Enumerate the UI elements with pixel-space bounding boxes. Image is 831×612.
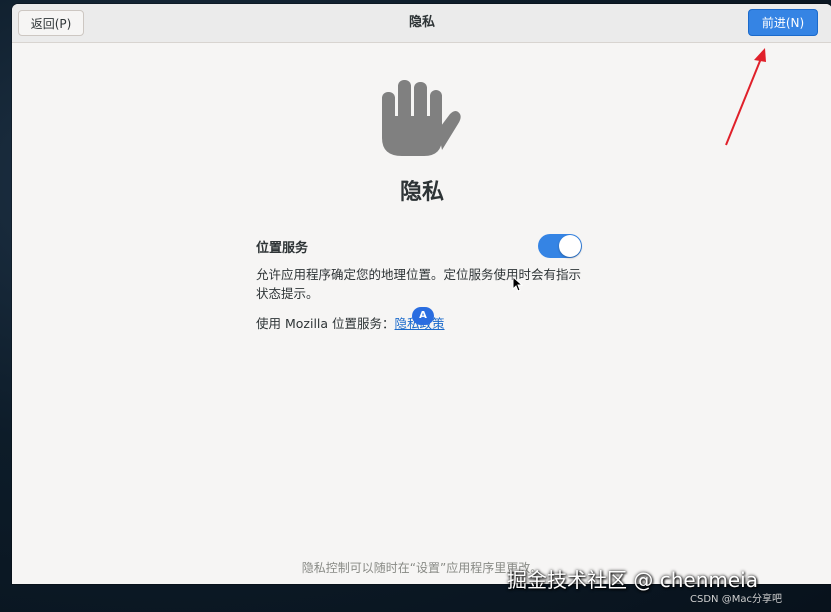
watermark: 掘金技术社区 @ chenmeia (507, 568, 758, 592)
location-services-description: 允许应用程序确定您的地理位置。定位服务使用时会有指示状态提示。 (256, 267, 582, 301)
window-title: 隐私 (408, 15, 435, 30)
header-bar: 返回(P) 隐私 前进(N) (12, 4, 831, 43)
csdn-watermark: CSDN @Mac分享吧 (690, 594, 782, 605)
hand-icon (382, 80, 461, 156)
back-button[interactable]: 返回(P) (18, 10, 84, 36)
setup-window: 返回(P) 隐私 前进(N) 隐私 位置服务 允许应用程序确定您的地理位置。定位… (12, 4, 831, 584)
mozilla-prefix: 使用 Mozilla 位置服务： (256, 316, 395, 331)
mouse-cursor-icon (512, 276, 524, 292)
input-method-badge: A (412, 307, 434, 325)
next-button[interactable]: 前进(N) (748, 9, 818, 36)
toggle-knob (559, 235, 581, 257)
location-services-label: 位置服务 (256, 241, 309, 256)
location-services-toggle[interactable] (538, 234, 582, 258)
page-title: 隐私 (399, 180, 444, 205)
